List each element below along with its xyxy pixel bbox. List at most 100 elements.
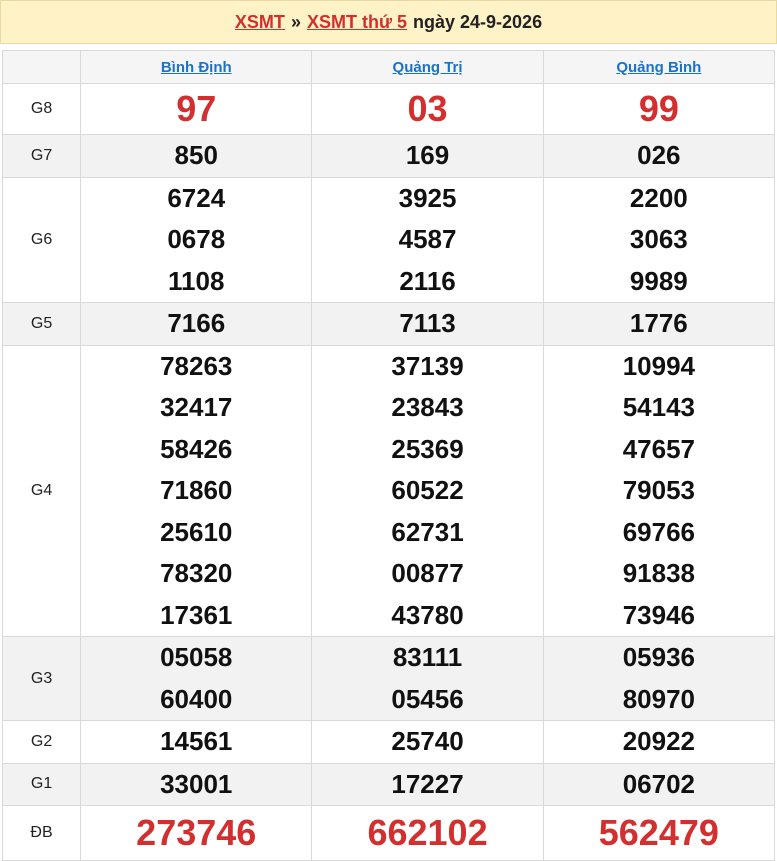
prize-number: 97 xyxy=(80,83,313,135)
prize-cell: 14561 xyxy=(80,720,313,764)
prize-number: 33001 xyxy=(160,768,233,799)
prize-label: G7 xyxy=(1,134,82,178)
prize-number: 79053 xyxy=(622,475,695,505)
prize-number: 20922 xyxy=(622,726,695,756)
prize-number: 4587 xyxy=(398,224,457,254)
province-header: Quảng Bình xyxy=(542,50,776,84)
prize-cell: 17227 xyxy=(311,762,544,806)
prize-cell: 33001 xyxy=(80,762,313,806)
prize-number: 73946 xyxy=(622,599,695,630)
prize-number: 1108 xyxy=(168,265,225,296)
prize-cell: 7113 xyxy=(311,302,544,346)
prize-cell: 20922 xyxy=(542,720,776,764)
prize-number: 78263 xyxy=(160,350,233,381)
province-link[interactable]: Quảng Bình xyxy=(616,59,701,76)
province-header: Quảng Trị xyxy=(311,50,544,84)
prize-cell: 026 xyxy=(542,134,776,178)
prize-cell: 850 xyxy=(80,134,313,178)
prize-number: 3063 xyxy=(629,224,688,254)
prize-number: 78320 xyxy=(160,558,233,588)
xsmt-thu5-link[interactable]: XSMT thứ 5 xyxy=(307,12,407,33)
prize-label: G1 xyxy=(1,762,82,806)
prize-row: G1 33001 17227 06702 xyxy=(1,762,776,806)
prize-number: 00877 xyxy=(391,558,464,588)
prize-number: 10994 xyxy=(622,350,695,381)
prize-number: 0678 xyxy=(167,224,226,254)
prize-cell: 37139 23843 25369 60522 62731 00877 43780 xyxy=(311,344,544,637)
prize-number: 1776 xyxy=(629,308,688,338)
prize-number: 05936 xyxy=(622,642,695,672)
breadcrumb-separator: » xyxy=(290,11,301,32)
prize-number: 62731 xyxy=(391,516,464,547)
draw-date: ngày 24-9-2026 xyxy=(413,11,543,32)
prize-number: 850 xyxy=(174,140,218,170)
prize-cell: 78263 32417 58426 71860 25610 78320 17361 xyxy=(80,344,313,637)
prize-row: G2 14561 25740 20922 xyxy=(1,720,776,764)
prize-number: 05058 xyxy=(160,642,233,672)
prize-label: ĐB xyxy=(1,805,82,861)
prize-row: G6 6724 0678 1108 3925 4587 2116 2200 3063 9989 xyxy=(1,176,776,303)
province-link[interactable]: Quảng Trị xyxy=(393,59,463,76)
prize-cell: 05058 60400 xyxy=(80,636,313,721)
prize-label: G2 xyxy=(1,720,82,764)
prize-number: 71860 xyxy=(160,475,233,505)
prize-cell: 05936 80970 xyxy=(542,636,776,721)
prize-cell: 2200 3063 9989 xyxy=(542,176,776,303)
prize-cell: 7166 xyxy=(80,302,313,346)
prize-number: 9989 xyxy=(629,265,688,296)
prize-number: 169 xyxy=(405,140,450,170)
special-prize-number: 662102 xyxy=(311,805,544,861)
prize-number: 7166 xyxy=(167,308,226,338)
header-blank-cell xyxy=(1,50,82,84)
prize-number: 60400 xyxy=(160,683,233,714)
prize-row: ĐB 273746 662102 562479 xyxy=(1,805,776,861)
prize-row: G3 05058 60400 83111 05456 05936 80970 xyxy=(1,636,776,721)
prize-row: G7 850 169 026 xyxy=(1,134,776,178)
prize-number: 80970 xyxy=(622,683,695,714)
prize-label: G5 xyxy=(1,302,82,346)
xsmt-link[interactable]: XSMT xyxy=(235,12,285,33)
prize-label: G8 xyxy=(1,83,82,135)
prize-number: 05456 xyxy=(391,683,464,714)
prize-number: 25369 xyxy=(391,433,464,464)
prize-label: G3 xyxy=(1,636,82,721)
prize-number: 83111 xyxy=(392,642,463,672)
prize-number: 3925 xyxy=(398,182,457,213)
prize-number: 23843 xyxy=(391,392,464,422)
prize-number: 17227 xyxy=(391,768,464,799)
prize-number: 99 xyxy=(542,83,776,135)
prize-number: 6724 xyxy=(167,182,226,213)
province-link[interactable]: Bình Định xyxy=(161,59,232,76)
prize-number: 69766 xyxy=(622,516,695,547)
prize-number: 58426 xyxy=(160,433,233,464)
prize-number: 37139 xyxy=(391,350,464,381)
prize-number: 06702 xyxy=(622,768,695,799)
breadcrumb: XSMT » XSMT thứ 5 ngày 24-9-2026 xyxy=(0,0,777,44)
prize-cell: 25740 xyxy=(311,720,544,764)
prize-row: G4 78263 32417 58426 71860 25610 78320 17361 371… xyxy=(1,344,776,637)
prize-number: 7113 xyxy=(399,308,456,338)
province-header: Bình Định xyxy=(80,50,313,84)
prize-cell: 6724 0678 1108 xyxy=(80,176,313,303)
prize-number: 47657 xyxy=(622,433,695,464)
prize-cell: 169 xyxy=(311,134,544,178)
prize-cell: 10994 54143 47657 79053 69766 91838 73946 xyxy=(542,344,776,637)
table-header-row: Bình Định Quảng Trị Quảng Bình xyxy=(1,50,776,84)
prize-number: 60522 xyxy=(391,475,464,505)
prize-number: 43780 xyxy=(391,599,464,630)
prize-row: G8 97 03 99 xyxy=(1,83,776,135)
prize-number: 14561 xyxy=(160,726,233,756)
prize-number: 2200 xyxy=(629,182,688,213)
prize-number: 2116 xyxy=(399,265,456,296)
prize-number: 25610 xyxy=(160,516,233,547)
prize-number: 32417 xyxy=(160,392,233,422)
prize-label: G6 xyxy=(1,176,82,303)
prize-number: 03 xyxy=(311,83,544,135)
prize-cell: 83111 05456 xyxy=(311,636,544,721)
prize-cell: 3925 4587 2116 xyxy=(311,176,544,303)
special-prize-number: 562479 xyxy=(542,805,776,861)
special-prize-number: 273746 xyxy=(80,805,313,861)
prize-number: 25740 xyxy=(391,726,464,756)
prize-label: G4 xyxy=(1,344,82,637)
prize-number: 54143 xyxy=(622,392,695,422)
